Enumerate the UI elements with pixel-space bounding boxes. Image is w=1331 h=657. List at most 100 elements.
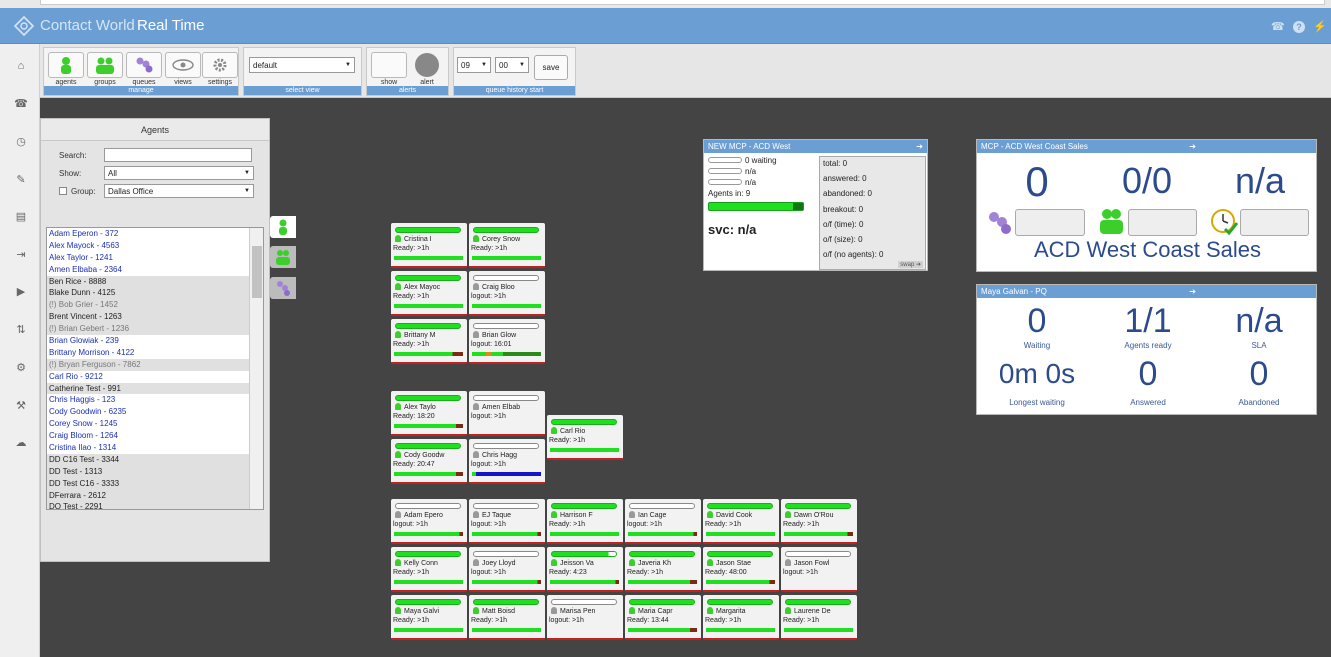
group-checkbox[interactable] <box>59 187 67 195</box>
home-icon[interactable]: ⌂ <box>13 58 29 74</box>
groups-button[interactable] <box>87 52 123 78</box>
queue-card-mcp[interactable]: NEW MCP - ACD West ➔ 0 waiting n/a n/a Ag… <box>703 139 928 271</box>
search-input[interactable] <box>104 148 252 162</box>
agent-list-item[interactable]: Chris Haggis - 123 <box>47 394 263 407</box>
agent-card[interactable]: Maya Galvi Ready: >1h <box>391 595 467 640</box>
agent-list-item[interactable]: DO Test - 2291 <box>47 501 263 509</box>
sort-icon[interactable]: ⇅ <box>13 322 29 338</box>
agent-card[interactable]: Brittany M Ready: >1h <box>391 319 467 364</box>
agent-card[interactable]: Chris Hagg logout: >1h <box>469 439 545 484</box>
arrow-right-icon[interactable]: ➔ <box>1189 140 1196 153</box>
agent-card[interactable]: Cody Goodw Ready: 20:47 <box>391 439 467 484</box>
agent-list-item[interactable]: DD Test - 1313 <box>47 465 263 478</box>
view-select[interactable]: default ▼ <box>249 57 355 73</box>
agent-card-name: Alex Mayoc <box>395 283 465 291</box>
agent-card[interactable]: Jeisson Va Ready: 4:23 <box>547 547 623 592</box>
agent-list-item[interactable]: Brent Vincent - 1263 <box>47 311 263 324</box>
agents-button[interactable] <box>48 52 84 78</box>
hour-select[interactable]: 09 ▼ <box>457 57 491 73</box>
settings-button[interactable] <box>202 52 238 78</box>
agent-list[interactable]: Adam Eperon - 372 Alex Mayock - 4563 Alex … <box>46 227 264 510</box>
save-button[interactable]: save <box>534 55 568 80</box>
agent-list-item[interactable]: (!) Brian Gebert - 1236 <box>47 323 263 336</box>
phone-icon[interactable]: ☎ <box>1271 21 1285 33</box>
agent-list-item[interactable]: Corey Snow - 1245 <box>47 418 263 431</box>
agent-card[interactable]: Ian Cage logout: >1h <box>625 499 701 544</box>
agent-card[interactable]: Harrison F Ready: >1h <box>547 499 623 544</box>
agent-card[interactable]: Marisa Pen logout: >1h <box>547 595 623 640</box>
views-button[interactable] <box>165 52 201 78</box>
arrow-right-icon[interactable]: ➔ <box>916 140 923 153</box>
wrench-icon[interactable]: ⚒ <box>13 398 29 414</box>
help-icon[interactable]: ? <box>1293 21 1305 33</box>
group-card-west-coast[interactable]: MCP - ACD West Coast Sales ➔ 0 0/0 n/a AC… <box>976 139 1317 272</box>
agent-list-item[interactable]: DD C16 Test - 3344 <box>47 453 263 466</box>
play-icon[interactable]: ▶ <box>13 284 29 300</box>
queues-view-tab[interactable] <box>270 277 296 299</box>
agent-card[interactable]: Corey Snow Ready: >1h <box>469 223 545 268</box>
agent-card[interactable]: Jason Fowl logout: >1h <box>781 547 857 592</box>
lightning-icon[interactable]: ⚡ <box>1313 21 1327 33</box>
agent-list-item[interactable]: Adam Eperon - 372 <box>47 228 263 240</box>
agent-card[interactable]: Dawn O'Rou Ready: >1h <box>781 499 857 544</box>
agent-list-item[interactable]: Alex Taylor - 1241 <box>47 251 263 264</box>
agent-card[interactable]: Brian Glow logout: 16:01 <box>469 319 545 364</box>
agent-card[interactable]: Laurene De Ready: >1h <box>781 595 857 640</box>
login-icon[interactable]: ⇥ <box>13 247 29 263</box>
show-alerts-button[interactable] <box>371 52 407 78</box>
agent-list-item[interactable]: Brian Glowiak - 239 <box>47 335 263 347</box>
address-bar[interactable] <box>40 0 1325 5</box>
phone-nav-icon[interactable]: ☎ <box>13 96 29 112</box>
agent-list-item[interactable]: DFerrara - 2612 <box>47 489 263 502</box>
settings-nav-icon[interactable]: ⚙ <box>13 360 29 376</box>
agent-card-name-text: Jason Fowl <box>794 560 830 567</box>
agent-list-item[interactable]: Amen Elbaba - 2364 <box>47 263 263 276</box>
swap-button[interactable]: swap ➔ <box>898 261 923 268</box>
agent-card[interactable]: David Cook Ready: >1h <box>703 499 779 544</box>
queues-button[interactable] <box>126 52 162 78</box>
agent-list-item[interactable]: Cristina Ilao - 1314 <box>47 442 263 454</box>
agent-card[interactable]: Jason Stae Ready: 48:00 <box>703 547 779 592</box>
agent-card[interactable]: Maria Capr Ready: 13:44 <box>625 595 701 640</box>
agent-list-item[interactable]: Craig Bloom - 1264 <box>47 430 263 443</box>
cloud-icon[interactable]: ☁ <box>13 435 29 451</box>
pq-card[interactable]: Maya Galvan - PQ ➔ 0 Waiting 1/1 Agents r… <box>976 284 1317 415</box>
agent-card[interactable]: Alex Taylo Ready: 18:20 <box>391 391 467 436</box>
scrollbar-thumb[interactable] <box>252 246 262 298</box>
group-select[interactable]: Dallas Office ▼ <box>104 184 254 198</box>
agent-card[interactable]: Kelly Conn Ready: >1h <box>391 547 467 592</box>
agent-card[interactable]: Carl Rio Ready: >1h <box>547 415 623 460</box>
groups-view-tab[interactable] <box>270 246 296 268</box>
alert-indicator[interactable] <box>415 53 439 77</box>
agent-list-item[interactable]: Brittany Morrison - 4122 <box>47 346 263 359</box>
agent-list-item[interactable]: Catherine Test - 991 <box>47 382 263 395</box>
agent-list-scrollbar[interactable] <box>249 228 263 509</box>
agent-card[interactable]: Craig Bloo logout: >1h <box>469 271 545 316</box>
agent-card[interactable]: Amen Elbab logout: >1h <box>469 391 545 436</box>
agent-list-item[interactable]: (!) Bryan Ferguson - 7862 <box>47 358 263 371</box>
edit-icon[interactable]: ✎ <box>13 172 29 188</box>
agent-ready-icon <box>629 607 635 614</box>
agent-card[interactable]: Matt Boisd Ready: >1h <box>469 595 545 640</box>
agent-list-item[interactable]: DD Test C16 - 3333 <box>47 477 263 490</box>
agent-list-item[interactable]: (!) Bob Grier - 1452 <box>47 299 263 312</box>
agent-list-item[interactable]: Alex Mayock - 4563 <box>47 239 263 252</box>
agent-list-item[interactable]: Cody Goodwin - 6235 <box>47 406 263 419</box>
agent-card[interactable]: Cristina I Ready: >1h <box>391 223 467 268</box>
agent-list-item[interactable]: Carl Rio - 9212 <box>47 370 263 383</box>
agent-card[interactable]: Adam Epero logout: >1h <box>391 499 467 544</box>
bar-chart-icon[interactable]: ▤ <box>13 209 29 225</box>
arrow-right-icon[interactable]: ➔ <box>1189 285 1196 298</box>
agent-list-item[interactable]: Blake Dunn - 4125 <box>47 287 263 300</box>
agent-card[interactable]: Alex Mayoc Ready: >1h <box>391 271 467 316</box>
clock-icon[interactable]: ◷ <box>13 134 29 150</box>
agent-card[interactable]: EJ Taque logout: >1h <box>469 499 545 544</box>
agents-view-tab[interactable] <box>270 216 296 238</box>
minute-select[interactable]: 00 ▼ <box>495 57 529 73</box>
agent-card[interactable]: Javeria Kh Ready: >1h <box>625 547 701 592</box>
show-select[interactable]: All ▼ <box>104 166 254 180</box>
agent-card[interactable]: Joey Lloyd logout: >1h <box>469 547 545 592</box>
agent-list-item[interactable]: Ben Rice - 8888 <box>47 275 263 288</box>
pq-waiting-value: 0 <box>1027 302 1047 340</box>
agent-card[interactable]: Margarita Ready: >1h <box>703 595 779 640</box>
